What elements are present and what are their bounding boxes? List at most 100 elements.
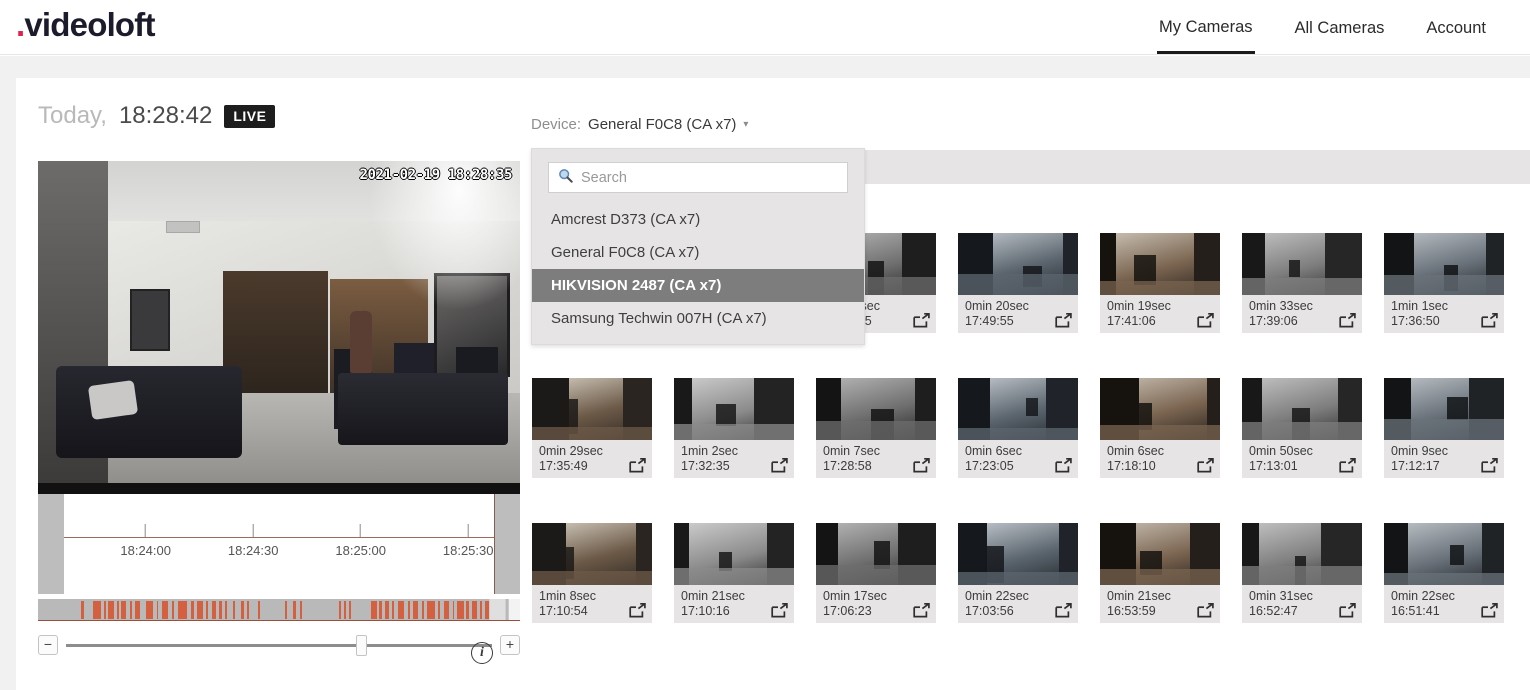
device-option-hikvision-2487[interactable]: HIKVISION 2487 (CA x7) — [532, 269, 864, 302]
open-in-new-window-icon[interactable] — [1481, 313, 1498, 328]
device-option-samsung-techwin-007h[interactable]: Samsung Techwin 007H (CA x7) — [548, 302, 848, 335]
zoom-in-button[interactable]: + — [500, 635, 520, 655]
timeline-scrubber[interactable] — [38, 599, 520, 621]
scrubber-handle[interactable] — [508, 599, 520, 621]
clip-card[interactable]: 0min 21sec17:10:16 — [674, 523, 794, 623]
timeline-track[interactable]: 18:24:00 18:24:30 18:25:00 18:25:30 — [38, 494, 520, 594]
clip-duration: 0min 7sec — [823, 444, 930, 459]
clip-thumbnail[interactable] — [958, 378, 1078, 440]
device-selected-value[interactable]: General F0C8 (CA x7) — [588, 116, 736, 133]
zoom-slider-thumb[interactable] — [356, 635, 367, 656]
clip-duration: 0min 21sec — [1107, 589, 1214, 604]
clip-duration: 0min 22sec — [1391, 589, 1498, 604]
open-in-new-window-icon[interactable] — [1339, 458, 1356, 473]
clip-thumbnail[interactable] — [816, 378, 936, 440]
clip-duration: 0min 19sec — [1107, 299, 1214, 314]
device-option-general-f0c8[interactable]: General F0C8 (CA x7) — [548, 236, 848, 269]
clip-card[interactable]: 0min 22sec17:03:56 — [958, 523, 1078, 623]
clip-card[interactable]: 1min 2sec17:32:35 — [674, 378, 794, 478]
clip-card[interactable]: 0min 6sec17:23:05 — [958, 378, 1078, 478]
open-in-new-window-icon[interactable] — [1197, 313, 1214, 328]
clip-thumbnail[interactable] — [1384, 378, 1504, 440]
open-in-new-window-icon[interactable] — [1339, 603, 1356, 618]
clip-meta: 0min 22sec16:51:41 — [1384, 585, 1504, 623]
scrubber-window[interactable] — [489, 599, 506, 621]
clip-card[interactable]: 0min 33sec17:39:06 — [1242, 233, 1362, 333]
open-in-new-window-icon[interactable] — [1055, 603, 1072, 618]
clip-duration: 0min 9sec — [1391, 444, 1498, 459]
nav-my-cameras[interactable]: My Cameras — [1157, 2, 1255, 54]
clip-card[interactable]: 0min 6sec17:18:10 — [1100, 378, 1220, 478]
clip-card[interactable]: 1min 8sec17:10:54 — [532, 523, 652, 623]
clip-meta: 0min 20sec17:49:55 — [958, 295, 1078, 333]
chevron-down-icon[interactable]: ▾ — [743, 119, 748, 130]
clip-thumbnail[interactable] — [958, 523, 1078, 585]
clip-card[interactable]: 0min 29sec17:35:49 — [532, 378, 652, 478]
open-in-new-window-icon[interactable] — [629, 458, 646, 473]
clip-card[interactable]: 0min 21sec16:53:59 — [1100, 523, 1220, 623]
clip-thumbnail[interactable] — [1384, 523, 1504, 585]
nav-account[interactable]: Account — [1424, 3, 1488, 52]
nav-all-cameras[interactable]: All Cameras — [1293, 3, 1387, 52]
device-option-amcrest-d373[interactable]: Amcrest D373 (CA x7) — [548, 203, 848, 236]
clip-meta: 0min 6sec17:23:05 — [958, 440, 1078, 478]
clip-meta: 0min 6sec17:18:10 — [1100, 440, 1220, 478]
open-in-new-window-icon[interactable] — [913, 458, 930, 473]
open-in-new-window-icon[interactable] — [1197, 603, 1214, 618]
timeline-playhead[interactable] — [494, 494, 495, 594]
open-in-new-window-icon[interactable] — [771, 458, 788, 473]
clip-card[interactable]: 0min 22sec16:51:41 — [1384, 523, 1504, 623]
clip-thumbnail[interactable] — [816, 523, 936, 585]
clip-thumbnail[interactable] — [1242, 523, 1362, 585]
device-option-list: Amcrest D373 (CA x7) General F0C8 (CA x7… — [548, 203, 848, 335]
clip-duration: 0min 21sec — [681, 589, 788, 604]
open-in-new-window-icon[interactable] — [1197, 458, 1214, 473]
clip-thumbnail[interactable] — [1384, 233, 1504, 295]
open-in-new-window-icon[interactable] — [1481, 603, 1498, 618]
clip-meta: 0min 33sec17:39:06 — [1242, 295, 1362, 333]
clip-card[interactable]: 0min 7sec17:28:58 — [816, 378, 936, 478]
clip-thumbnail[interactable] — [1100, 378, 1220, 440]
open-in-new-window-icon[interactable] — [629, 603, 646, 618]
clip-thumbnail[interactable] — [1242, 378, 1362, 440]
open-in-new-window-icon[interactable] — [1339, 313, 1356, 328]
timeline-tick-label: 18:24:00 — [120, 543, 171, 558]
clip-thumbnail[interactable] — [532, 378, 652, 440]
zoom-out-button[interactable]: − — [38, 635, 58, 655]
clip-thumbnail[interactable] — [958, 233, 1078, 295]
clip-meta: 0min 17sec17:06:23 — [816, 585, 936, 623]
info-icon[interactable]: i — [471, 642, 493, 664]
clip-thumbnail[interactable] — [1242, 233, 1362, 295]
current-time: 18:28:42 — [119, 102, 212, 130]
clip-card[interactable]: 0min 31sec16:52:47 — [1242, 523, 1362, 623]
clip-thumbnail[interactable] — [1100, 233, 1220, 295]
clip-thumbnail[interactable] — [532, 523, 652, 585]
clip-thumbnail[interactable] — [674, 378, 794, 440]
timeline-header-bar — [38, 483, 520, 494]
timeline: 18:24:00 18:24:30 18:25:00 18:25:30 — [38, 483, 520, 655]
open-in-new-window-icon[interactable] — [913, 313, 930, 328]
open-in-new-window-icon[interactable] — [1481, 458, 1498, 473]
clip-card[interactable]: 0min 17sec17:06:23 — [816, 523, 936, 623]
live-video-player[interactable]: 2021-02-19 18:28:35 — [38, 161, 520, 489]
clip-card[interactable]: 0min 50sec17:13:01 — [1242, 378, 1362, 478]
open-in-new-window-icon[interactable] — [1055, 458, 1072, 473]
zoom-slider-track[interactable] — [66, 644, 492, 647]
clip-thumbnail[interactable] — [1100, 523, 1220, 585]
clip-thumbnail[interactable] — [674, 523, 794, 585]
main-navigation: My Cameras All Cameras Account — [1157, 0, 1488, 55]
open-in-new-window-icon[interactable] — [771, 603, 788, 618]
app-logo[interactable]: .videoloft — [16, 6, 155, 44]
clip-duration: 0min 6sec — [1107, 444, 1214, 459]
clip-meta: 1min 8sec17:10:54 — [532, 585, 652, 623]
video-frame — [38, 161, 520, 489]
device-search-box[interactable] — [548, 162, 848, 193]
clip-card[interactable]: 0min 19sec17:41:06 — [1100, 233, 1220, 333]
clip-meta: 0min 31sec16:52:47 — [1242, 585, 1362, 623]
open-in-new-window-icon[interactable] — [913, 603, 930, 618]
device-search-input[interactable] — [581, 170, 838, 186]
clip-card[interactable]: 1min 1sec17:36:50 — [1384, 233, 1504, 333]
clip-card[interactable]: 0min 20sec17:49:55 — [958, 233, 1078, 333]
clip-card[interactable]: 0min 9sec17:12:17 — [1384, 378, 1504, 478]
open-in-new-window-icon[interactable] — [1055, 313, 1072, 328]
